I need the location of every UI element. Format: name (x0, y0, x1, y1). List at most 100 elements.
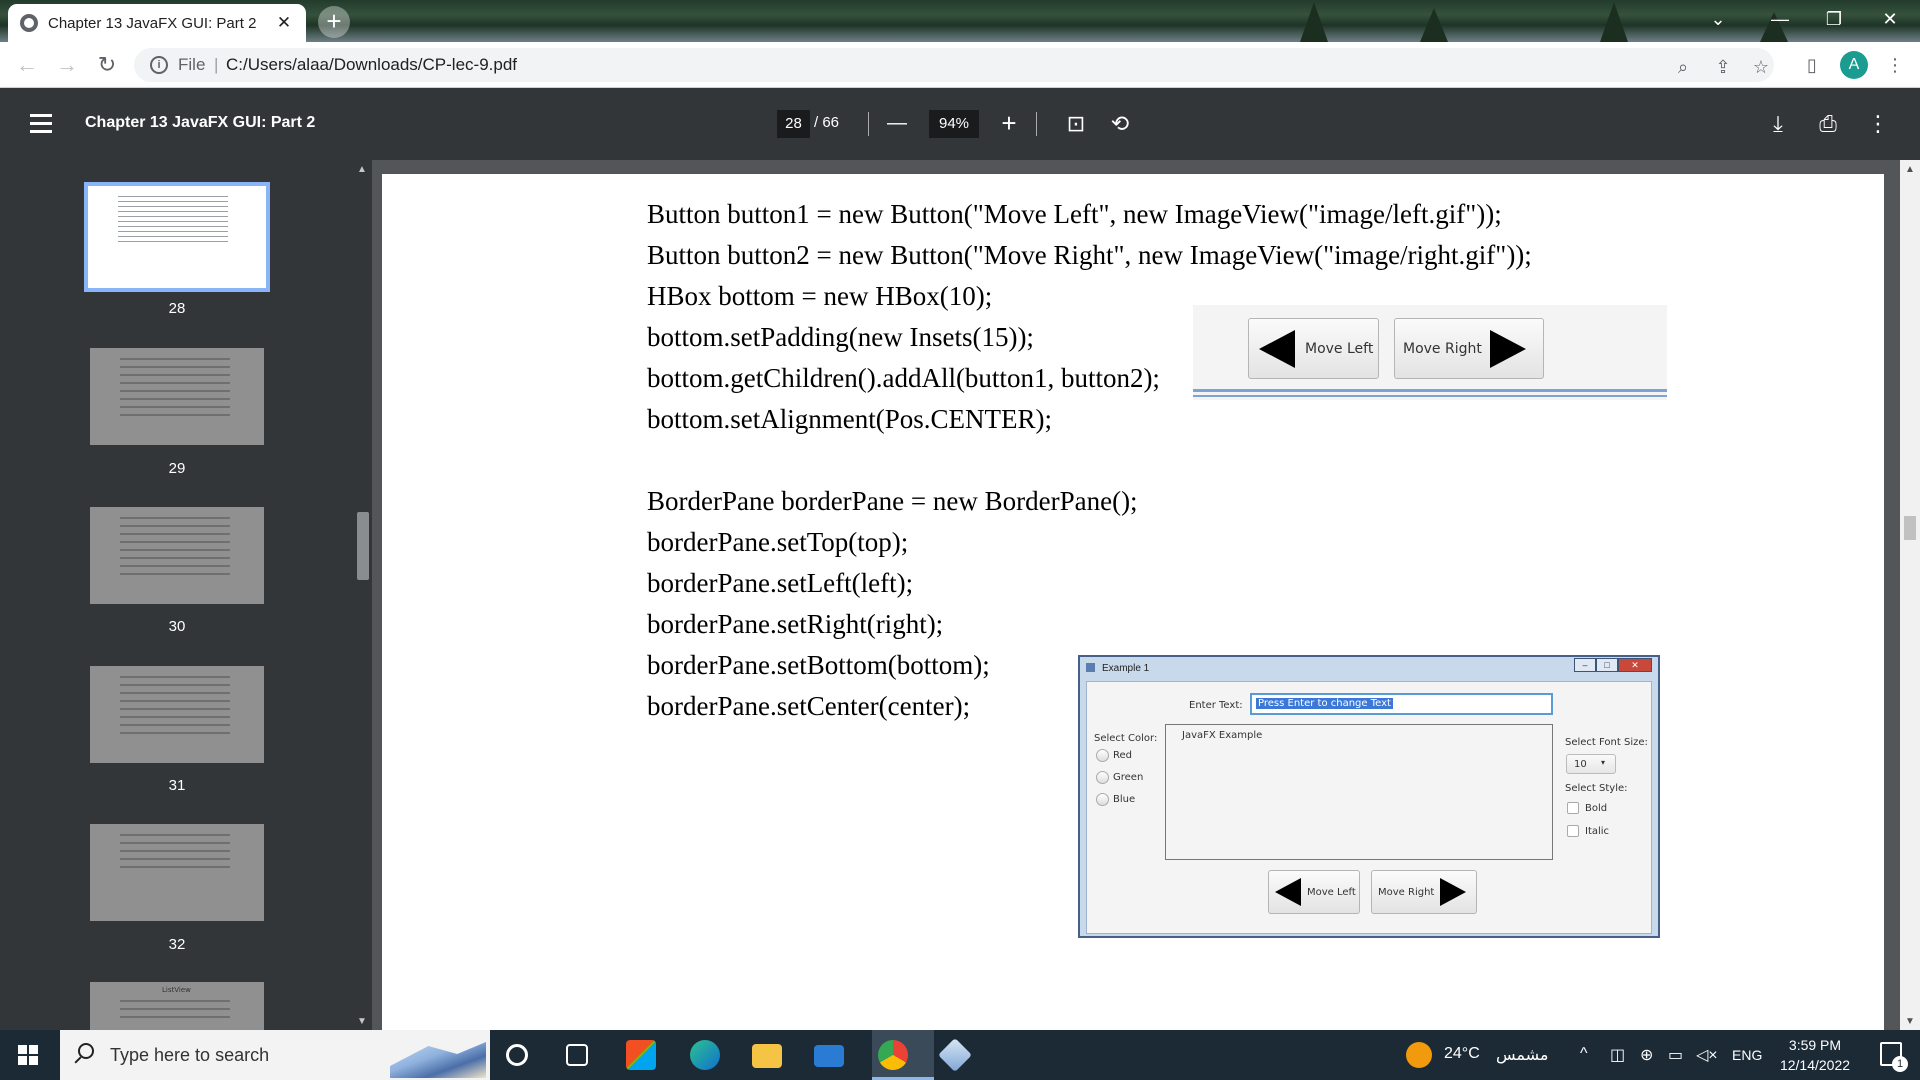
code-line: bottom.setPadding(new Insets(15)); (647, 322, 1034, 352)
thumbnail-sidebar: 28 29 30 31 32 ListView (0, 160, 354, 1030)
thumbnail-page-33[interactable]: ListView (90, 982, 264, 1030)
fit-to-page-icon[interactable]: ⊡ (1062, 110, 1090, 138)
browser-tab[interactable]: Chapter 13 JavaFX GUI: Part 2 ✕ (8, 4, 306, 42)
forward-button[interactable]: → (52, 50, 82, 80)
windows-taskbar: Type here to search 24°C مشمس ^ ◫ ⊕ ▭ ◁×… (0, 1030, 1920, 1080)
browser-menu-icon[interactable]: ⋮ (1884, 54, 1906, 76)
weather-sun-icon[interactable] (1406, 1042, 1432, 1068)
text-area-value: JavaFX Example (1182, 730, 1263, 741)
thumbnail-page-30[interactable] (90, 507, 264, 604)
network-icon[interactable]: ⊕ (1640, 1045, 1653, 1065)
radio-green (1096, 771, 1109, 784)
restore-button[interactable]: ❐ (1806, 0, 1862, 38)
sidebar-toggle-icon[interactable] (30, 114, 52, 133)
weather-condition[interactable]: مشمس (1496, 1045, 1549, 1065)
close-window-button[interactable]: ✕ (1862, 0, 1918, 38)
text-field: Press Enter to change Text (1250, 693, 1553, 715)
side-panel-icon[interactable]: ▯ (1801, 54, 1823, 76)
download-icon[interactable]: ⤓ (1764, 110, 1792, 138)
thumbnail-page-32[interactable] (90, 824, 264, 921)
mail-icon[interactable] (814, 1045, 844, 1067)
share-icon[interactable]: ⇪ (1712, 56, 1734, 78)
show-hidden-icons-icon[interactable]: ^ (1580, 1045, 1588, 1063)
right-arrow-icon (1440, 878, 1467, 906)
tab-title: Chapter 13 JavaFX GUI: Part 2 (48, 14, 257, 32)
zoom-icon[interactable]: ⌕ (1672, 56, 1694, 78)
volume-icon[interactable]: ◁× (1696, 1045, 1718, 1065)
thumbnail-page-28[interactable] (84, 182, 270, 292)
search-icon (78, 1043, 94, 1059)
zoom-out-button[interactable]: — (882, 108, 912, 138)
new-tab-button[interactable]: + (318, 6, 350, 38)
file-explorer-icon[interactable] (752, 1044, 782, 1068)
thumbnail-page-29[interactable] (90, 348, 264, 445)
example-move-left-label: Move Left (1307, 886, 1356, 898)
sidebar-scroll-thumb[interactable] (357, 512, 369, 580)
thumbnail-number: 28 (168, 300, 186, 317)
bookmark-star-icon[interactable]: ☆ (1750, 56, 1772, 78)
example-move-right-label: Move Right (1378, 886, 1435, 898)
microsoft-store-icon[interactable] (626, 1040, 656, 1070)
task-view-icon[interactable] (566, 1044, 588, 1066)
zoom-level-input[interactable]: 94% (929, 110, 979, 138)
enter-text-label: Enter Text: (1189, 700, 1243, 711)
clock-date: 12/14/2022 (1779, 1057, 1851, 1073)
dropdown-arrow-icon: ▾ (1601, 758, 1606, 767)
window-icon (1086, 663, 1095, 672)
print-icon[interactable]: ⎙ (1814, 110, 1842, 138)
zoom-in-button[interactable]: + (994, 108, 1024, 138)
meet-now-icon[interactable]: ◫ (1610, 1045, 1625, 1065)
page-favicon-icon (20, 14, 38, 32)
rotate-icon[interactable]: ⟲ (1106, 110, 1134, 138)
edge-browser-icon[interactable] (690, 1040, 720, 1070)
thumbnail-number: 32 (168, 936, 186, 953)
example-titlebar: Example 1 – □ ✕ (1080, 657, 1658, 679)
url-text[interactable]: C:/Users/alaa/Downloads/CP-lec-9.pdf (226, 55, 517, 75)
sidebar-scrollbar[interactable]: ▲ ▼ (354, 160, 372, 1030)
code-line: borderPane.setRight(right); (647, 609, 944, 639)
search-placeholder: Type here to search (110, 1045, 270, 1065)
tab-search-icon[interactable]: ⌄ (1690, 0, 1746, 38)
code-line: BorderPane borderPane = new BorderPane()… (647, 486, 1138, 516)
omnibox[interactable]: i File | C:/Users/alaa/Downloads/CP-lec-… (134, 48, 1774, 82)
divider-line (1193, 395, 1667, 397)
main-scroll-thumb[interactable] (1904, 516, 1916, 540)
font-size-combobox: 10 ▾ (1566, 754, 1616, 774)
bold-label: Bold (1585, 803, 1608, 814)
radio-green-label: Green (1113, 772, 1144, 783)
code-line: borderPane.setBottom(bottom); (647, 650, 990, 680)
site-info-icon[interactable]: i (150, 56, 168, 74)
taskbar-search-box[interactable]: Type here to search (60, 1030, 490, 1080)
code-line: borderPane.setCenter(center); (647, 691, 971, 721)
hbox-screenshot-image: Move Left Move Right (1193, 305, 1667, 400)
reload-button[interactable]: ↻ (92, 50, 122, 80)
notification-count: 1 (1892, 1056, 1908, 1072)
scroll-up-arrow-icon[interactable]: ▲ (1905, 164, 1915, 175)
main-scrollbar[interactable]: ▲ ▼ (1900, 160, 1920, 1030)
scroll-down-arrow-icon[interactable]: ▼ (357, 1016, 367, 1027)
code-line: Button button1 = new Button("Move Left",… (647, 199, 1502, 229)
chrome-browser-icon[interactable] (878, 1040, 908, 1070)
thumbnail-page-31[interactable] (90, 666, 264, 763)
profile-avatar[interactable]: A (1840, 51, 1868, 79)
windows-start-icon[interactable] (18, 1045, 38, 1065)
minimize-button[interactable]: — (1752, 0, 1808, 38)
battery-icon[interactable]: ▭ (1668, 1045, 1683, 1065)
scroll-up-arrow-icon[interactable]: ▲ (357, 164, 367, 175)
background-tree (1300, 2, 1328, 42)
toolbar-divider (868, 112, 869, 136)
page-number-input[interactable]: 28 (777, 110, 810, 138)
cube-app-icon[interactable] (938, 1038, 972, 1072)
system-clock[interactable]: 3:59 PM 12/14/2022 (1760, 1035, 1870, 1075)
tab-close-icon[interactable]: ✕ (274, 13, 294, 33)
cortana-icon[interactable] (506, 1044, 528, 1066)
radio-red (1096, 749, 1109, 762)
input-language[interactable]: ENG (1732, 1047, 1762, 1063)
notification-center-icon[interactable]: 1 (1880, 1042, 1908, 1072)
more-options-icon[interactable]: ⋮ (1864, 110, 1892, 138)
example-window-title: Example 1 (1102, 663, 1150, 674)
url-scheme-label: File (178, 55, 206, 74)
scroll-down-arrow-icon[interactable]: ▼ (1905, 1016, 1915, 1027)
weather-temp[interactable]: 24°C (1444, 1045, 1480, 1063)
back-button[interactable]: ← (12, 50, 42, 80)
